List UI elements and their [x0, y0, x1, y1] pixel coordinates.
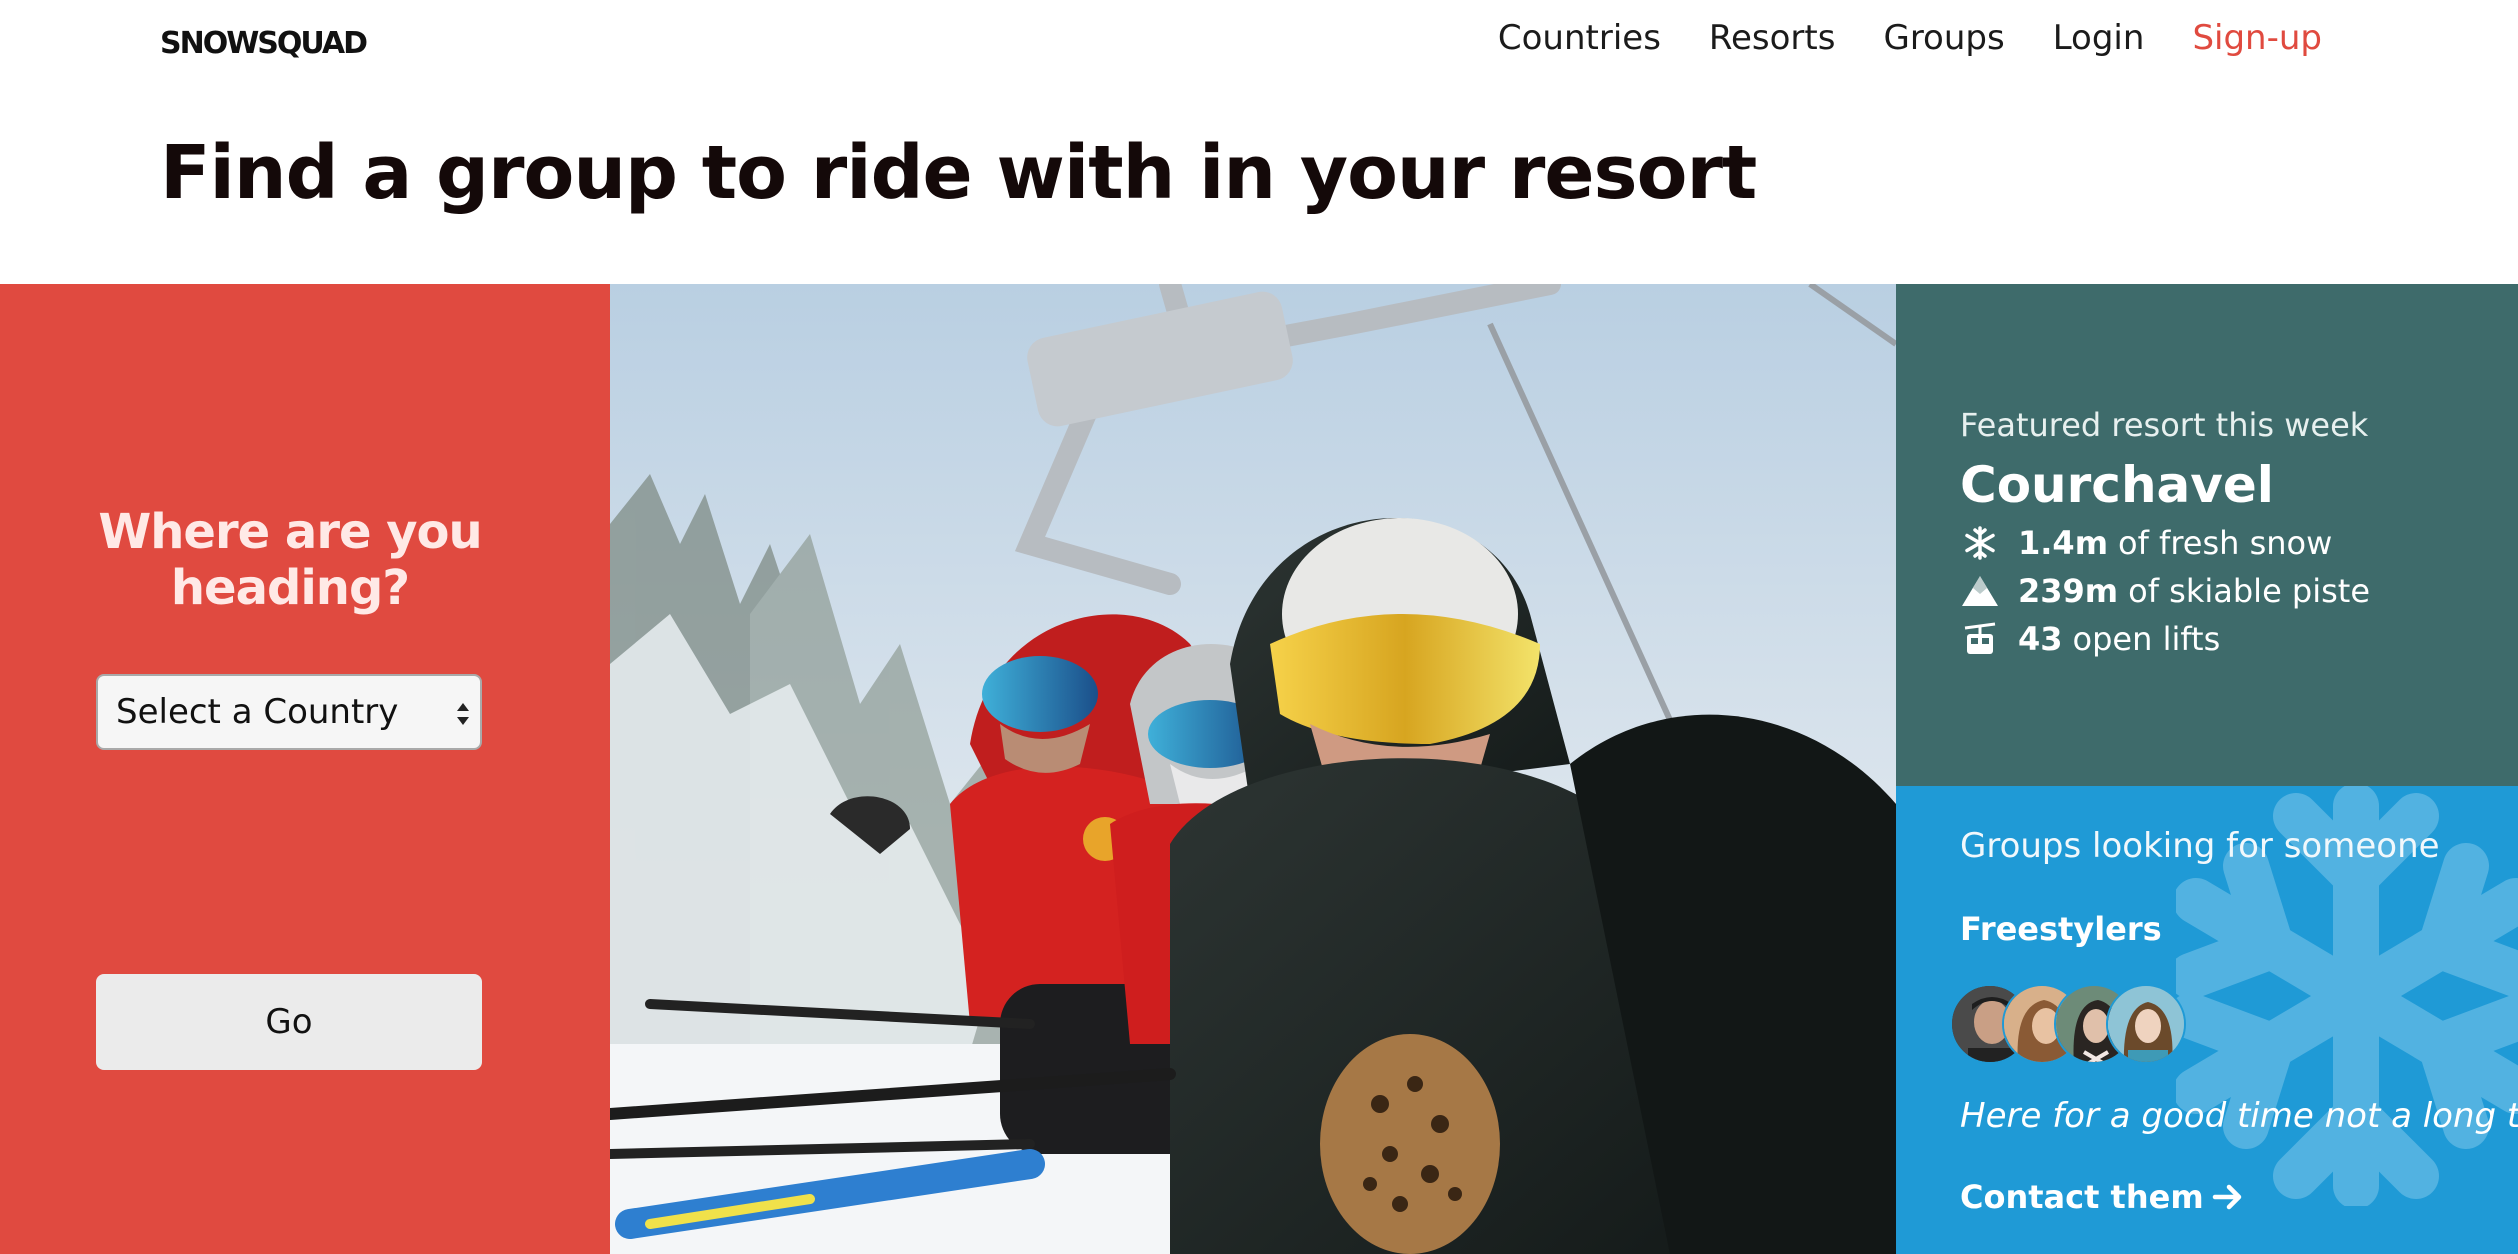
chairlift-photo-illustration: [610, 284, 1896, 1254]
hero-band: Where are you heading? Select a Country …: [0, 284, 2518, 1254]
stat-lifts-text: open lifts: [2072, 620, 2221, 658]
top-bar: SNOWSQUAD Countries Resorts Groups Login…: [0, 0, 2518, 86]
contact-them-link[interactable]: Contact them: [1960, 1178, 2244, 1216]
country-select[interactable]: Select a Country: [96, 674, 482, 750]
stat-lifts-value: 43: [2018, 620, 2063, 658]
featured-resort-panel: Featured resort this week Courchavel 1.4…: [1896, 284, 2518, 786]
hero-photo: [610, 284, 1896, 1254]
nav-link-groups[interactable]: Groups: [1883, 18, 2004, 58]
stat-snow-text: of fresh snow: [2118, 524, 2333, 562]
featured-kicker: Featured resort this week: [1960, 406, 2369, 444]
select-arrows-icon: [457, 703, 469, 725]
nav-link-login[interactable]: Login: [2053, 18, 2145, 58]
stat-piste-value: 239m: [2018, 572, 2119, 610]
snowflake-icon: [1960, 525, 2000, 561]
nav-link-signup[interactable]: Sign-up: [2192, 18, 2322, 58]
main-nav: Countries Resorts Groups Login Sign-up: [1498, 18, 2322, 58]
mountain-icon: [1960, 573, 2000, 609]
go-button[interactable]: Go: [96, 974, 482, 1070]
country-select-value: Select a Country: [116, 692, 399, 732]
member-avatars: [1950, 984, 2190, 1064]
cable-car-icon: [1960, 621, 2000, 657]
stat-skiable-piste: 239m of skiable piste: [1960, 572, 2370, 610]
contact-them-label: Contact them: [1960, 1178, 2204, 1216]
featured-resort-name[interactable]: Courchavel: [1960, 456, 2274, 514]
search-heading: Where are you heading?: [98, 504, 482, 616]
arrow-right-icon: [2212, 1184, 2241, 1210]
avatar[interactable]: [2106, 984, 2186, 1064]
nav-link-resorts[interactable]: Resorts: [1709, 18, 1836, 58]
search-panel: Where are you heading? Select a Country …: [0, 284, 610, 1254]
stat-piste-text: of skiable piste: [2128, 572, 2371, 610]
group-tagline: Here for a good time not a long time: [1960, 1096, 2518, 1136]
site-logo[interactable]: SNOWSQUAD: [160, 26, 368, 61]
groups-panel: Groups looking for someone Freestylers H…: [1896, 786, 2518, 1254]
page-title: Find a group to ride with in your resort: [160, 130, 1757, 216]
stat-open-lifts: 43 open lifts: [1960, 620, 2220, 658]
stat-fresh-snow: 1.4m of fresh snow: [1960, 524, 2332, 562]
stat-snow-value: 1.4m: [2018, 524, 2109, 562]
group-name[interactable]: Freestylers: [1960, 910, 2162, 948]
groups-title: Groups looking for someone: [1960, 826, 2440, 866]
nav-link-countries[interactable]: Countries: [1498, 18, 1661, 58]
